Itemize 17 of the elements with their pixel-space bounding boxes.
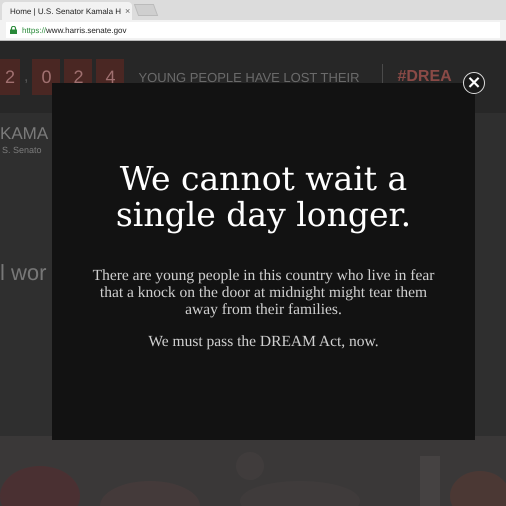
body-text: l wor: [0, 260, 46, 286]
modal-paragraph: We must pass the DREAM Act, now.: [147, 333, 380, 350]
browser-tab[interactable]: Home | U.S. Senator Kamala H ×: [2, 2, 132, 20]
url-text: https://www.harris.senate.gov: [22, 26, 126, 34]
counter-digit: 2: [0, 59, 20, 95]
new-tab-button[interactable]: [134, 4, 158, 16]
counter-caption: YOUNG PEOPLE HAVE LOST THEIR: [138, 70, 361, 84]
subtitle: S. Senato: [1, 145, 42, 155]
tab-close-button[interactable]: ×: [125, 6, 130, 16]
counter-separator: ,: [24, 68, 28, 86]
counter-digit: 0: [32, 59, 60, 95]
address-field[interactable]: https://www.harris.senate.gov: [6, 22, 500, 38]
tab-title: Home | U.S. Senator Kamala H: [10, 6, 122, 16]
hashtag-text: #DREA: [397, 68, 452, 86]
modal-heading: We cannot wait a single day longer.: [114, 161, 412, 233]
name-heading: KAMA: [0, 123, 48, 145]
modal-paragraph: There are young people in this country who live in fear that a knock on the door at midnight might tear them away from their families.: [92, 267, 436, 318]
